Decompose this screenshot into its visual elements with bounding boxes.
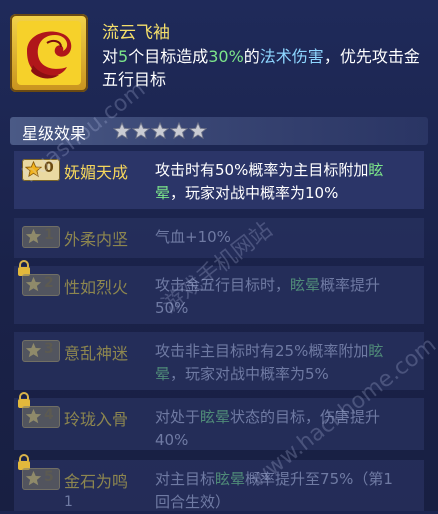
effect-description: 对处于眩晕状态的目标，伤害提升40%: [155, 408, 381, 449]
rank-badge: 5: [22, 468, 60, 490]
star-icon: [113, 122, 131, 140]
gold-star-icon: [25, 161, 42, 178]
flowing-sleeve-icon: [17, 21, 81, 85]
effect-description: 对主目标眩晕概率提升至75%（第1回合生效）: [155, 470, 393, 511]
star-effect-row[interactable]: 0 妩媚天成 攻击时有50%概率为主目标附加眩晕，玩家对战中概率为10%: [14, 151, 424, 209]
rank-badge: 3: [22, 340, 60, 362]
effect-description: 攻击金五行目标时，眩晕概率提升50%: [155, 276, 381, 317]
rank-badge: 1: [22, 226, 60, 248]
rank-number: 5: [44, 469, 54, 485]
rank-number: 3: [44, 341, 54, 357]
star-icon: [25, 470, 42, 486]
effect-name: 意乱神迷: [64, 344, 129, 363]
star-effect-row[interactable]: 4 玲珑入骨 对处于眩晕状态的目标，伤害提升40%: [14, 392, 424, 450]
rank-number: 4: [44, 407, 54, 423]
star-icon: [25, 276, 42, 292]
star-icon: [25, 408, 42, 424]
rank-number: 2: [44, 275, 54, 291]
effect-description: 攻击非主目标时有25%概率附加眩晕，玩家对战中概率为5%: [155, 342, 384, 383]
star-icon: [132, 122, 150, 140]
rank-number: 1: [44, 227, 54, 243]
skill-tooltip-panel: 流云飞袖 对5个目标造成30%的法术伤害，优先攻击金五行目标 星级效果 0 妩媚…: [0, 0, 438, 511]
skill-icon[interactable]: [10, 14, 88, 92]
star-effect-row[interactable]: 3 意乱神迷 攻击非主目标时有25%概率附加眩晕，玩家对战中概率为5%: [14, 332, 424, 390]
star-effect-row[interactable]: 2 性如烈火 攻击金五行目标时，眩晕概率提升50%: [14, 260, 424, 324]
star-icon: [170, 122, 188, 140]
star-effect-row[interactable]: 1 外柔内坚 气血+10%: [14, 218, 424, 258]
star-icon: [189, 122, 207, 140]
rank-number: 0: [44, 160, 54, 176]
rank-badge: 4: [22, 406, 60, 428]
rank-badge: 2: [22, 274, 60, 296]
effect-name: 性如烈火: [64, 278, 129, 297]
effect-description: 攻击时有50%概率为主目标附加眩晕，玩家对战中概率为10%: [155, 161, 384, 202]
star-effect-row[interactable]: 5 金石为鸣 1 对主目标眩晕概率提升至75%（第1回合生效）: [14, 454, 424, 511]
skill-description: 对5个目标造成30%的法术伤害，优先攻击金五行目标: [102, 47, 420, 89]
effect-name: 玲珑入骨: [64, 410, 129, 429]
star-effects-header: 星级效果: [10, 117, 428, 145]
star-effects-title: 星级效果: [22, 124, 87, 143]
sub-rank-number: 1: [64, 494, 73, 510]
effect-name: 金石为鸣: [64, 472, 129, 491]
star-icon: [25, 342, 42, 358]
rank-badge: 0: [22, 159, 60, 181]
star-icon: [25, 228, 42, 244]
star-rating: [113, 122, 207, 140]
skill-name: 流云飞袖: [102, 23, 170, 43]
effect-name: 妩媚天成: [64, 163, 129, 182]
star-icon: [151, 122, 169, 140]
effect-name: 外柔内坚: [64, 230, 129, 249]
effect-description: 气血+10%: [155, 228, 231, 246]
